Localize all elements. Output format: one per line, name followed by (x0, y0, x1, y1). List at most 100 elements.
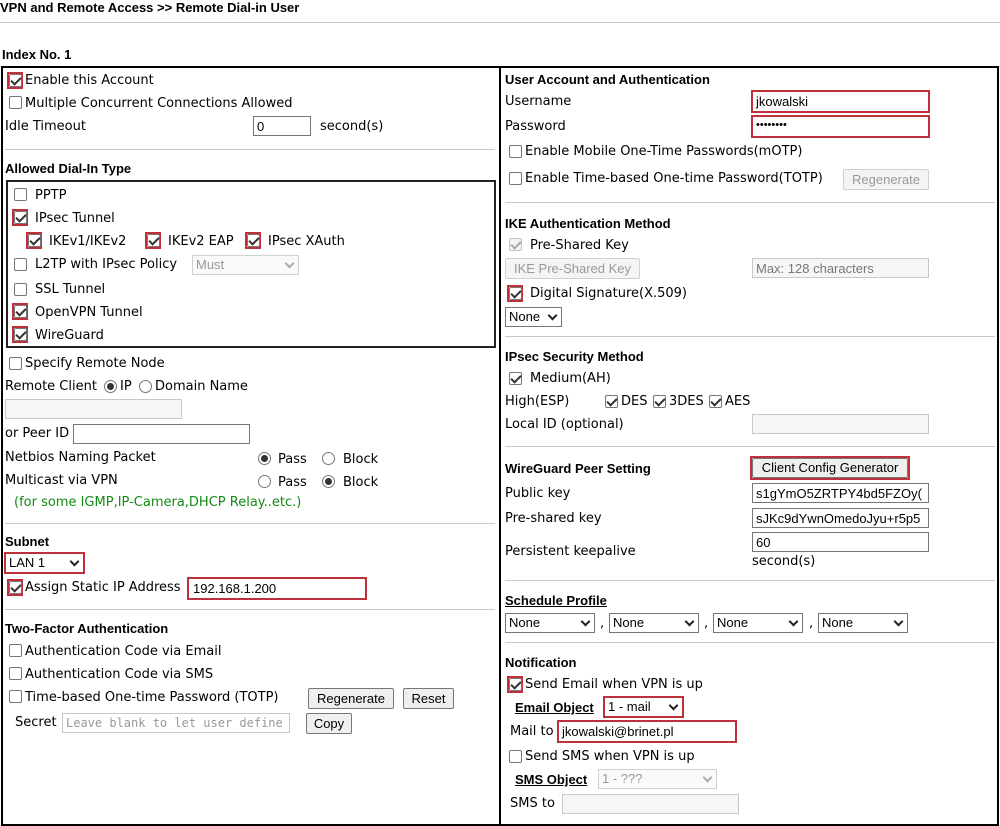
multicast-block-radio[interactable] (322, 475, 335, 488)
username-label: Username (505, 94, 572, 109)
email-object-select[interactable]: 1 - mail (605, 698, 682, 716)
client-config-button[interactable]: Client Config Generator (752, 458, 908, 478)
divider (5, 149, 495, 150)
l2tp-policy-select[interactable]: Must (192, 255, 299, 275)
schedule-profile-link[interactable]: Schedule Profile (505, 593, 607, 608)
openvpn-checkbox[interactable] (14, 305, 27, 318)
motp-label: Enable Mobile One-Time Passwords(mOTP) (525, 144, 803, 159)
dialin-type-title: Allowed Dial-In Type (5, 161, 132, 176)
3des-label: 3DES (669, 394, 704, 409)
auth-sms-checkbox[interactable] (9, 667, 22, 680)
notification-title: Notification (505, 655, 577, 670)
certificate-select[interactable]: None (505, 307, 562, 327)
keepalive-unit: second(s) (752, 554, 816, 569)
totp-checkbox[interactable] (9, 690, 22, 703)
ikev1v2-checkbox[interactable] (28, 234, 41, 247)
sms-object-link[interactable]: SMS Object (515, 772, 587, 787)
two-factor-title: Two-Factor Authentication (5, 621, 169, 636)
copy-button[interactable]: Copy (306, 713, 352, 734)
divider (505, 580, 995, 581)
ssl-tunnel-checkbox[interactable] (14, 283, 27, 296)
assign-static-label: Assign Static IP Address (25, 580, 181, 595)
local-id-input[interactable] (752, 414, 929, 434)
multicast-pass-radio[interactable] (258, 475, 271, 488)
peer-id-input[interactable] (73, 424, 250, 444)
schedule-select-3[interactable]: None (713, 613, 803, 633)
totp-right-checkbox[interactable] (509, 172, 522, 185)
ipsec-tunnel-checkbox[interactable] (14, 211, 27, 224)
motp-checkbox[interactable] (509, 145, 522, 158)
divider (505, 202, 995, 203)
schedule-comma: , (600, 616, 605, 631)
static-ip-input[interactable]: 192.168.1.200 (189, 579, 365, 598)
send-sms-checkbox[interactable] (509, 750, 522, 763)
netbios-pass-radio[interactable] (258, 452, 271, 465)
regenerate-button[interactable]: Regenerate (308, 688, 394, 709)
medium-checkbox[interactable] (509, 372, 522, 385)
schedule-select-1[interactable]: None (505, 613, 595, 633)
l2tp-checkbox[interactable] (14, 258, 27, 271)
subnet-select[interactable]: LAN 1 (6, 554, 83, 572)
secret-input[interactable]: Leave blank to let user define (62, 713, 290, 733)
reset-button[interactable]: Reset (403, 688, 454, 709)
account-title: User Account and Authentication (505, 72, 710, 87)
netbios-block-radio[interactable] (322, 452, 335, 465)
schedule-select-4[interactable]: None (818, 613, 908, 633)
remote-ip-label: IP (120, 379, 132, 394)
wireguard-label: WireGuard (35, 328, 104, 343)
page-title: VPN and Remote Access >> Remote Dial-in … (0, 0, 300, 15)
ikev2-eap-checkbox[interactable] (147, 234, 160, 247)
public-key-input[interactable]: s1gYmO5ZRTPY4bd5FZOy( (752, 483, 929, 503)
title-divider (0, 22, 1000, 23)
ipsec-tunnel-label: IPsec Tunnel (35, 211, 115, 226)
schedule-comma: , (704, 616, 709, 631)
send-sms-label: Send SMS when VPN is up (525, 749, 695, 764)
aes-checkbox[interactable] (709, 395, 722, 408)
send-email-checkbox[interactable] (509, 678, 522, 691)
idle-timeout-input[interactable]: 0 (253, 116, 311, 136)
peer-id-label: or Peer ID (5, 426, 70, 441)
psk-input[interactable]: Max: 128 characters (752, 258, 929, 278)
aes-label: AES (725, 394, 751, 409)
divider (505, 446, 995, 447)
auth-email-checkbox[interactable] (9, 644, 22, 657)
preshared-key-input[interactable]: sJKc9dYwnOmedoJyu+r5p5 (752, 508, 929, 528)
regenerate-right-button[interactable]: Regenerate (843, 169, 929, 190)
mail-to-input[interactable]: jkowalski@brinet.pl (559, 722, 735, 741)
wireguard-checkbox[interactable] (14, 328, 27, 341)
multicast-block-label: Block (343, 475, 379, 490)
sms-to-label: SMS to (510, 796, 555, 811)
ipsec-xauth-checkbox[interactable] (247, 234, 260, 247)
pptp-checkbox[interactable] (14, 188, 27, 201)
high-label: High(ESP) (505, 394, 570, 409)
totp-right-label: Enable Time-based One-time Password(TOTP… (525, 171, 823, 186)
sms-to-input[interactable] (562, 794, 739, 814)
ssl-tunnel-label: SSL Tunnel (35, 282, 106, 297)
username-input[interactable]: jkowalski (753, 92, 928, 111)
3des-checkbox[interactable] (653, 395, 666, 408)
index-label: Index No. 1 (2, 47, 72, 62)
des-label: DES (621, 394, 648, 409)
divider (505, 336, 995, 337)
remote-ip-radio[interactable] (104, 380, 117, 393)
sms-object-select[interactable]: 1 - ??? (598, 769, 717, 789)
netbios-block-label: Block (343, 452, 379, 467)
assign-static-checkbox[interactable] (9, 581, 22, 594)
mail-to-label: Mail to (510, 724, 554, 739)
schedule-select-2[interactable]: None (609, 613, 699, 633)
remote-domain-radio[interactable] (139, 380, 152, 393)
specify-remote-label: Specify Remote Node (25, 356, 165, 371)
multiple-connections-checkbox[interactable] (9, 96, 22, 109)
digital-sig-checkbox[interactable] (509, 287, 522, 300)
ike-psk-button[interactable]: IKE Pre-Shared Key (505, 258, 640, 279)
remote-client-input[interactable] (5, 399, 182, 419)
password-input[interactable]: •••••••• (753, 117, 928, 136)
keepalive-input[interactable]: 60 (752, 532, 929, 552)
remote-client-label: Remote Client (5, 379, 97, 394)
des-checkbox[interactable] (605, 395, 618, 408)
specify-remote-checkbox[interactable] (9, 357, 22, 370)
l2tp-label: L2TP with IPsec Policy (35, 257, 178, 272)
psk-checkbox[interactable] (509, 238, 522, 251)
enable-account-checkbox[interactable] (9, 74, 22, 87)
email-object-link[interactable]: Email Object (515, 700, 594, 715)
